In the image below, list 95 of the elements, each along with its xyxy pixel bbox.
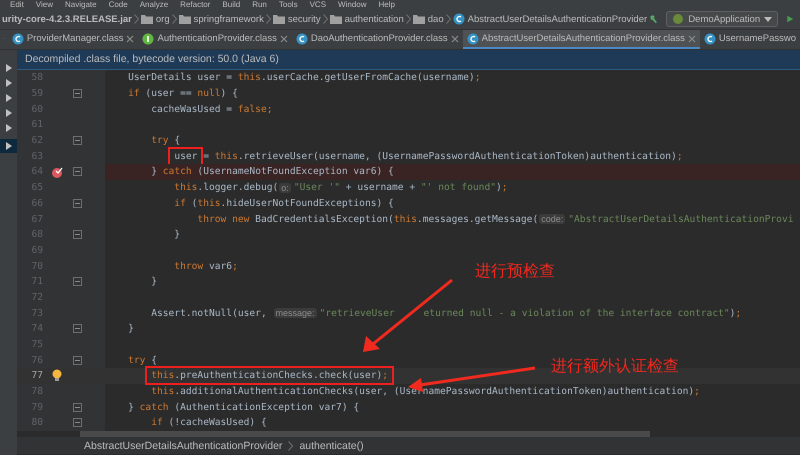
close-icon[interactable] bbox=[450, 34, 459, 42]
menu-item[interactable]: View bbox=[36, 0, 53, 9]
code-text: } catch (AuthenticationException var7) { bbox=[127, 402, 360, 413]
breadcrumb-item[interactable]: authenticate() bbox=[299, 440, 364, 452]
folder-icon bbox=[272, 14, 285, 24]
menu-item[interactable]: Analyze bbox=[140, 0, 168, 9]
fold-marker-icon[interactable] bbox=[72, 356, 82, 365]
breadcrumb-item[interactable]: org bbox=[138, 14, 172, 24]
run-configuration-dropdown[interactable]: DemoApplication bbox=[666, 11, 778, 27]
fold-marker-icon[interactable] bbox=[72, 277, 82, 286]
code-text: "User '" + username + "' not found"); bbox=[294, 182, 508, 194]
caret-icon bbox=[764, 16, 772, 22]
info-banner: Decompiled .class file, bytecode version: 50.0 (Java 6) bbox=[17, 50, 800, 70]
parameter-hint: o: bbox=[279, 182, 291, 193]
fold-marker-icon[interactable] bbox=[72, 418, 82, 428]
editor-tab[interactable]: ProviderManager.class bbox=[8, 30, 138, 49]
editor-tab[interactable]: UsernamePasswo bbox=[700, 30, 800, 49]
class-icon bbox=[296, 32, 308, 44]
menu-item[interactable]: Tools bbox=[278, 0, 298, 9]
code-text: this.logger.debug( bbox=[173, 182, 278, 194]
chevron-icon bbox=[322, 14, 328, 24]
chevron-icon bbox=[406, 14, 411, 24]
menu-item[interactable]: Edit bbox=[10, 0, 24, 9]
code-text: try { bbox=[150, 135, 180, 146]
folder-icon bbox=[178, 14, 191, 24]
parameter-hint: message: bbox=[274, 308, 317, 318]
class-icon bbox=[466, 32, 479, 44]
menu-item[interactable]: Build bbox=[222, 0, 240, 9]
code-text: throw var6; bbox=[173, 260, 238, 272]
fold-marker-icon[interactable] bbox=[72, 230, 82, 240]
code-text: = this.retrieveUser(username, (UsernamePasswordAuthenticationToken)authentication); bbox=[202, 150, 683, 162]
code-text: } bbox=[127, 323, 134, 334]
light-bulb-icon[interactable] bbox=[52, 369, 62, 382]
fold-marker-icon[interactable] bbox=[72, 324, 82, 334]
fold-marker-icon[interactable] bbox=[72, 136, 82, 146]
run-icon[interactable] bbox=[786, 13, 794, 25]
editor-tab[interactable]: DaoAuthenticationProvider.class bbox=[292, 30, 463, 49]
breakpoint-icon[interactable] bbox=[51, 166, 63, 178]
code-text: "retrieveUser eturned null - a violation of the interface contract"); bbox=[320, 308, 742, 319]
fold-marker-icon[interactable] bbox=[72, 89, 82, 98]
code-text: if (!cacheWasUsed) { bbox=[150, 417, 267, 428]
fold-marker-icon[interactable] bbox=[72, 198, 82, 208]
annotation-label: 进行预检查 bbox=[475, 262, 555, 282]
code-text: } bbox=[150, 276, 157, 288]
menu-item[interactable]: Code bbox=[108, 0, 128, 9]
breadcrumb-item[interactable]: AbstractUserDetailsAuthenticationProvider bbox=[84, 440, 282, 452]
expand-arrow-icon[interactable] bbox=[6, 142, 12, 150]
chevron-icon bbox=[446, 14, 451, 24]
line-number: 77 bbox=[30, 370, 43, 382]
chevron-icon bbox=[288, 440, 294, 450]
chevron-icon bbox=[266, 14, 271, 24]
interface-icon bbox=[142, 32, 154, 44]
highlighted-code: this.preAuthenticationChecks.check(user); bbox=[145, 366, 394, 386]
breadcrumb-item[interactable]: AbstractUserDetailsAuthenticationProvider bbox=[450, 13, 650, 25]
fold-marker-icon[interactable] bbox=[72, 167, 82, 176]
code-text: if (user == null) { bbox=[127, 88, 238, 100]
folder-icon bbox=[140, 14, 153, 24]
menu-item[interactable]: Help bbox=[378, 0, 395, 9]
breadcrumb-item[interactable]: authentication bbox=[328, 14, 406, 24]
menu-item[interactable]: Navigate bbox=[65, 0, 97, 9]
code-text: "AbstractUserDetailsAuthenticationProvi bbox=[568, 214, 794, 225]
code-text: } catch (UsernameNotFoundException var6) { bbox=[150, 166, 394, 178]
breadcrumb-item[interactable]: security bbox=[270, 14, 323, 24]
annotation-label: 进行额外认证检查 bbox=[551, 356, 679, 377]
code-text: } bbox=[173, 229, 180, 240]
breadcrumb-item[interactable]: springframework bbox=[176, 14, 266, 24]
parameter-hint: code: bbox=[539, 214, 566, 224]
code-text: cacheWasUsed = false; bbox=[150, 104, 273, 115]
code-text: if (this.hideUserNotFoundExceptions) { bbox=[173, 198, 394, 209]
scrollbar-thumb[interactable] bbox=[80, 431, 650, 437]
code-text: Assert.notNull(user, bbox=[150, 308, 268, 319]
code-text: UserDetails user = this.userCache.getUserFromCache(username); bbox=[127, 72, 480, 84]
menu-item[interactable]: Refactor bbox=[180, 0, 210, 9]
class-icon bbox=[452, 13, 465, 25]
code-text: try { bbox=[127, 354, 157, 366]
menu-item[interactable]: VCS bbox=[310, 0, 326, 9]
fold-marker-icon[interactable] bbox=[72, 402, 82, 412]
code-text: throw new BadCredentialsException(this.messages.getMessage( bbox=[196, 214, 538, 225]
close-icon[interactable] bbox=[126, 34, 134, 42]
chevron-icon bbox=[134, 14, 139, 24]
folder-icon bbox=[412, 14, 425, 24]
close-icon[interactable] bbox=[280, 34, 288, 42]
class-icon bbox=[704, 32, 716, 44]
close-icon[interactable] bbox=[688, 34, 696, 42]
menu-item[interactable]: Window bbox=[338, 0, 366, 9]
breadcrumb-item[interactable]: dao bbox=[410, 14, 446, 24]
chevron-icon bbox=[172, 14, 177, 24]
breadcrumb-item[interactable]: urity-core-4.2.3.RELEASE.jar bbox=[0, 14, 134, 24]
editor-tab[interactable]: AuthenticationProvider.class bbox=[138, 30, 292, 49]
editor-tab[interactable]: AbstractUserDetailsAuthenticationProvider.class bbox=[462, 30, 700, 49]
menu-item[interactable]: Run bbox=[252, 0, 267, 9]
class-icon bbox=[12, 32, 24, 44]
code-text: this.additionalAuthenticationChecks(user, (UsernamePasswordAuthenticationToken)authentication); bbox=[150, 386, 700, 398]
folder-icon bbox=[330, 14, 342, 24]
spring-leaf-icon bbox=[672, 13, 684, 25]
